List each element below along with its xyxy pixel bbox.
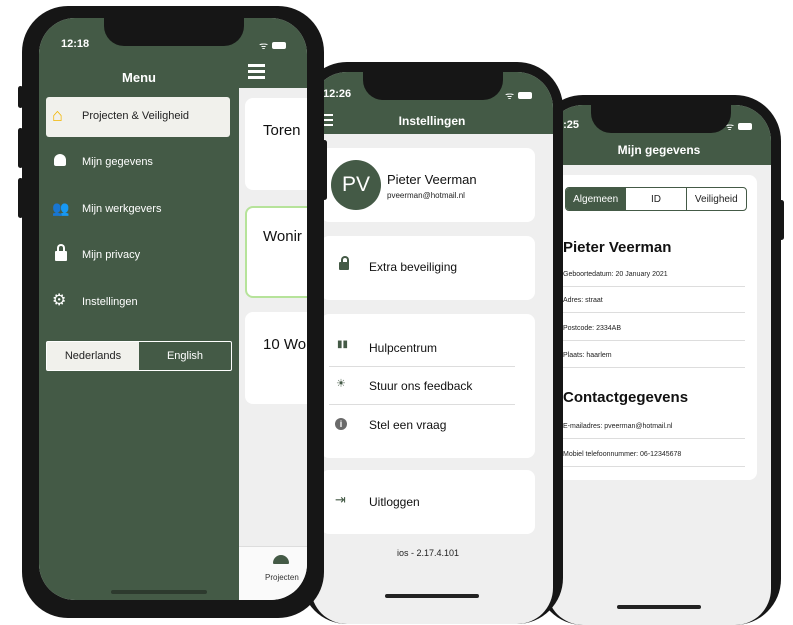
- profile-card[interactable]: PV Pieter Veerman pveerman@hotmail.nl: [321, 148, 535, 222]
- app-version: ios - 2.17.4.101: [396, 548, 460, 558]
- detail-address: Adres: straat: [563, 297, 745, 313]
- people-icon: 👥: [52, 200, 70, 216]
- project-card[interactable]: 10 Wo: [245, 312, 307, 404]
- segmented-tabs: Algemeen ID Veiligheid: [565, 187, 747, 211]
- project-card-title: Toren: [263, 122, 301, 139]
- tab-bar: Projecten: [239, 546, 307, 600]
- detail-city: Plaats: haarlem: [563, 352, 745, 368]
- help-center-item[interactable]: ▮▮ Hulpcentrum: [329, 332, 515, 367]
- status-time: 12:18: [61, 38, 90, 50]
- project-card[interactable]: Toren: [245, 98, 307, 190]
- logout-card[interactable]: ⇥ Uitloggen: [321, 470, 535, 534]
- feedback-label: Stuur ons feedback: [369, 379, 473, 393]
- language-english[interactable]: English: [139, 342, 231, 370]
- helmet-icon: [273, 555, 289, 564]
- home-indicator: [111, 590, 207, 594]
- home-indicator: [385, 594, 479, 598]
- tab-projecten[interactable]: Projecten: [265, 573, 299, 582]
- lightbulb-icon: ☀: [336, 378, 346, 390]
- language-toggle: Nederlands English: [46, 341, 232, 371]
- contact-heading: Contactgegevens: [563, 389, 689, 406]
- feedback-item[interactable]: ☀ Stuur ons feedback: [329, 370, 515, 405]
- avatar-initials: PV: [341, 173, 370, 196]
- menu-item-mijn-werkgevers[interactable]: 👥 Mijn werkgevers: [46, 192, 230, 228]
- profile-card: Algemeen ID Veiligheid Pieter Veerman Ge…: [557, 175, 757, 480]
- detail-postcode: Postcode: 2334AB: [563, 325, 745, 341]
- user-email: pveerman@hotmail.nl: [387, 191, 465, 200]
- project-card-title: 10 Wo: [263, 336, 307, 353]
- menu-item-label: Mijn privacy: [82, 249, 141, 261]
- menu-item-label: Mijn werkgevers: [82, 203, 162, 215]
- hamburger-icon[interactable]: [248, 64, 265, 79]
- security-card[interactable]: Extra beveiliging: [321, 236, 535, 300]
- phone-instellingen: 12:26 ᯤ Instellingen PV Pieter Veerman p…: [301, 62, 563, 624]
- tab-algemeen[interactable]: Algemeen: [566, 188, 626, 210]
- menu-item-instellingen[interactable]: ⚙ Instellingen: [46, 285, 230, 321]
- info-icon: i: [335, 418, 347, 430]
- tab-veiligheid[interactable]: Veiligheid: [685, 188, 746, 210]
- book-icon: ▮▮: [337, 339, 349, 350]
- contact-email: E-mailadres: pveerman@hotmail.nl: [563, 423, 745, 439]
- language-nederlands[interactable]: Nederlands: [47, 342, 139, 370]
- detail-birthdate: Geboortedatum: 20 January 2021: [563, 271, 745, 287]
- contact-mobile: Mobiel telefoonnummer: 06-12345678: [563, 451, 745, 467]
- ask-question-item[interactable]: i Stel een vraag: [329, 410, 515, 444]
- logout-icon: ⇥: [335, 492, 346, 507]
- help-card: ▮▮ Hulpcentrum ☀ Stuur ons feedback i St…: [321, 314, 535, 458]
- menu-item-label: Instellingen: [82, 296, 138, 308]
- menu-item-label: Projecten & Veiligheid: [82, 110, 190, 122]
- menu-item-mijn-privacy[interactable]: Mijn privacy: [46, 238, 230, 274]
- logout-label: Uitloggen: [369, 495, 420, 509]
- gear-icon: ⚙: [52, 292, 67, 309]
- profile-name: Pieter Veerman: [563, 239, 672, 256]
- user-name: Pieter Veerman: [387, 172, 477, 187]
- page-title: Mijn gegevens: [617, 143, 701, 157]
- help-center-label: Hulpcentrum: [369, 341, 438, 355]
- menu-item-label: Mijn gegevens: [82, 156, 153, 168]
- home-indicator: [617, 605, 701, 609]
- side-menu: 12:18 Menu ⌂ Projecten & Veiligheid Mijn…: [39, 18, 239, 600]
- status-time: 12:26: [323, 88, 352, 100]
- tab-id[interactable]: ID: [625, 188, 685, 210]
- status-icons: ᯤ: [259, 38, 287, 52]
- phone-menu: Toren Wonir 10 Wo Projecten 12:18 Menu ⌂…: [22, 6, 324, 618]
- page-title: Instellingen: [398, 114, 466, 128]
- menu-item-mijn-gegevens[interactable]: Mijn gegevens: [46, 145, 230, 181]
- project-card-highlighted[interactable]: Wonir: [245, 206, 307, 298]
- project-card-title: Wonir: [263, 228, 302, 245]
- menu-item-projecten[interactable]: ⌂ Projecten & Veiligheid: [46, 97, 230, 137]
- phone-mijn-gegevens: 2:25 ᯤ Mijn gegevens Algemeen ID Veiligh…: [537, 95, 781, 625]
- status-icons: ᯤ: [505, 88, 533, 102]
- house-icon: ⌂: [52, 105, 63, 125]
- extra-security-label: Extra beveiliging: [369, 260, 458, 274]
- menu-title: Menu: [122, 70, 156, 85]
- avatar: PV: [331, 160, 381, 210]
- ask-question-label: Stel een vraag: [369, 418, 447, 432]
- worker-icon: [54, 154, 66, 166]
